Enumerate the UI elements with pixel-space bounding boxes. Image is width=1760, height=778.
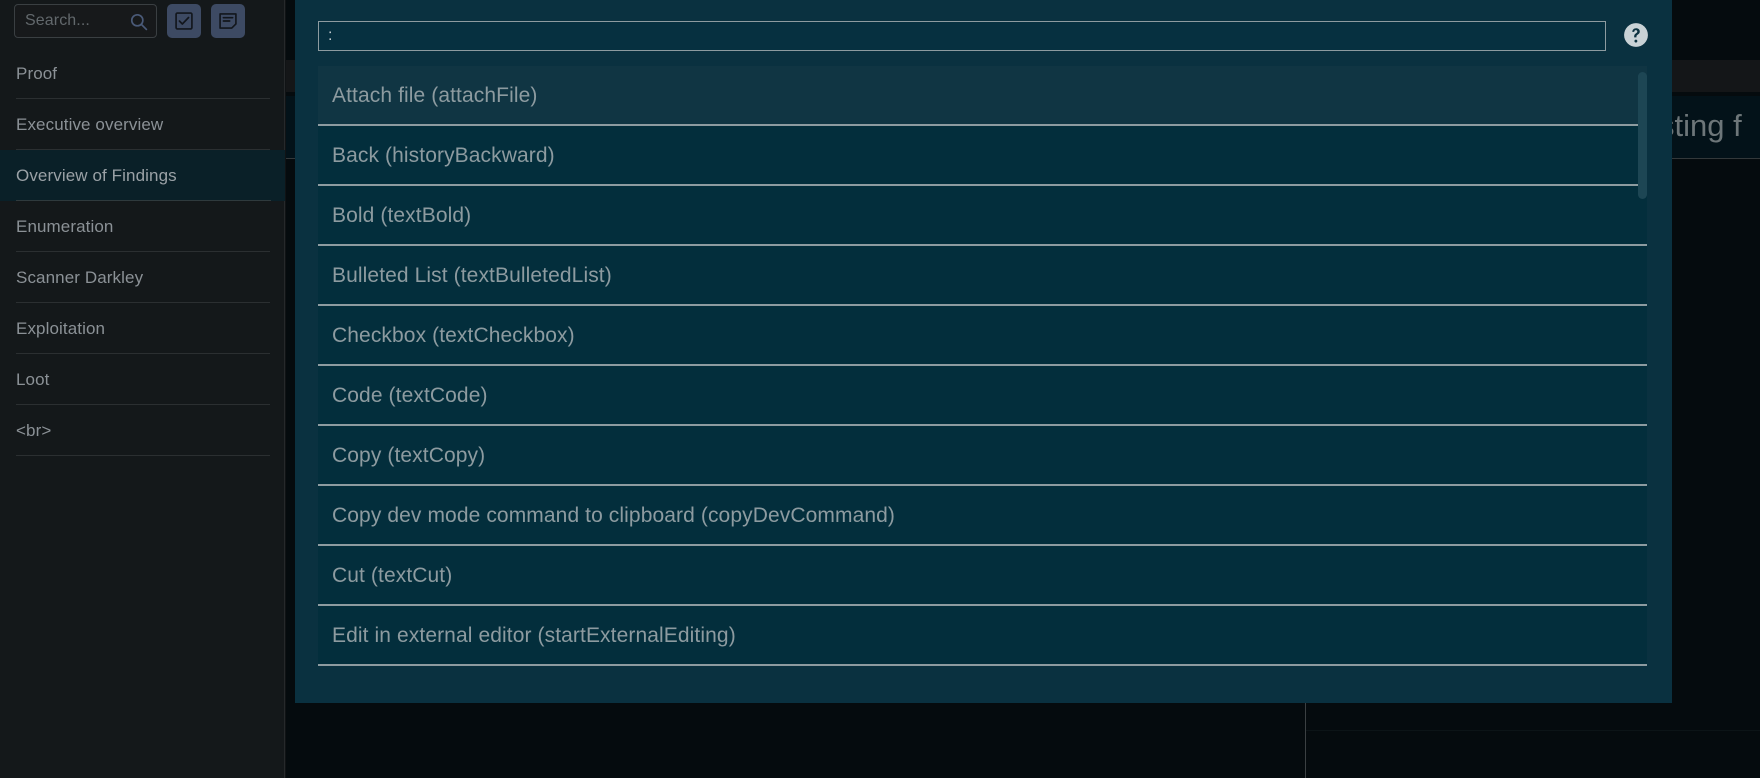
command-option-list[interactable]: Attach file (attachFile) Back (historyBa… (318, 66, 1647, 696)
command-option[interactable]: Back (historyBackward) (318, 126, 1647, 186)
note-icon (218, 11, 238, 31)
sidebar-item-proof[interactable]: Proof (0, 48, 284, 99)
option-list-scrollbar-thumb[interactable] (1638, 72, 1647, 199)
search-placeholder: Search... (25, 12, 90, 29)
divider (318, 664, 1647, 666)
divider (16, 455, 270, 456)
command-option-label: Back (historyBackward) (332, 144, 555, 167)
sidebar-item-br[interactable]: <br> (0, 405, 284, 456)
command-option[interactable]: Bulleted List (textBulletedList) (318, 246, 1647, 306)
search-input[interactable]: Search... (14, 4, 157, 38)
sidebar-item-label: Executive overview (16, 114, 164, 134)
command-palette-dialog: Attach file (attachFile) Back (historyBa… (295, 0, 1672, 703)
command-option[interactable]: Copy (textCopy) (318, 426, 1647, 486)
page-column-divider (1305, 703, 1306, 778)
sidebar-item-label: Scanner Darkley (16, 267, 144, 287)
sidebar-item-enumeration[interactable]: Enumeration (0, 201, 284, 252)
command-search-input[interactable] (318, 21, 1606, 51)
option-list-scrollbar[interactable] (1638, 66, 1647, 696)
sidebar-nav: Proof Executive overview Overview of Fin… (0, 48, 285, 456)
sidebar-item-label: Overview of Findings (16, 165, 177, 185)
command-option-label: Edit in external editor (startExternalEd… (332, 624, 736, 647)
sidebar-item-overview-of-findings[interactable]: Overview of Findings (0, 150, 285, 201)
notes-button[interactable] (211, 4, 245, 38)
command-option-label: Copy (textCopy) (332, 444, 486, 467)
command-option[interactable]: Edit in external editor (startExternalEd… (318, 606, 1647, 666)
app-root: Overview of Findings sting f Search... (0, 0, 1760, 778)
command-option-label: Bulleted List (textBulletedList) (332, 264, 612, 287)
sidebar-item-label: Proof (16, 63, 58, 83)
command-palette-header (295, 0, 1672, 66)
command-option-label: Code (textCode) (332, 384, 488, 407)
checklist-button[interactable] (167, 4, 201, 38)
command-option[interactable]: Copy dev mode command to clipboard (copy… (318, 486, 1647, 546)
command-option-label: Checkbox (textCheckbox) (332, 324, 575, 347)
sidebar-item-label: Enumeration (16, 216, 114, 236)
sidebar-item-loot[interactable]: Loot (0, 354, 284, 405)
command-option-label: Bold (textBold) (332, 204, 472, 227)
command-option[interactable]: Attach file (attachFile) (318, 66, 1647, 126)
sidebar-toolbar: Search... (0, 0, 284, 42)
help-circle-icon[interactable] (1623, 22, 1649, 48)
sidebar-item-executive-overview[interactable]: Executive overview (0, 99, 284, 150)
sidebar-item-exploitation[interactable]: Exploitation (0, 303, 284, 354)
command-option[interactable]: Checkbox (textCheckbox) (318, 306, 1647, 366)
sidebar-item-label: Exploitation (16, 318, 106, 338)
command-option[interactable]: Code (textCode) (318, 366, 1647, 426)
sidebar-item-scanner-darkley[interactable]: Scanner Darkley (0, 252, 284, 303)
sidebar: Search... Proof Executive overview Overv… (0, 0, 285, 778)
command-option-label: Attach file (attachFile) (332, 84, 538, 107)
command-option-label: Cut (textCut) (332, 564, 453, 587)
command-option[interactable]: Cut (textCut) (318, 546, 1647, 606)
sidebar-item-label: <br> (16, 420, 52, 440)
command-option[interactable]: Bold (textBold) (318, 186, 1647, 246)
search-icon (129, 12, 148, 31)
sidebar-item-label: Loot (16, 369, 50, 389)
page-footer-rule (1306, 730, 1760, 731)
checkbox-icon (174, 11, 194, 31)
command-option-label: Copy dev mode command to clipboard (copy… (332, 504, 896, 527)
